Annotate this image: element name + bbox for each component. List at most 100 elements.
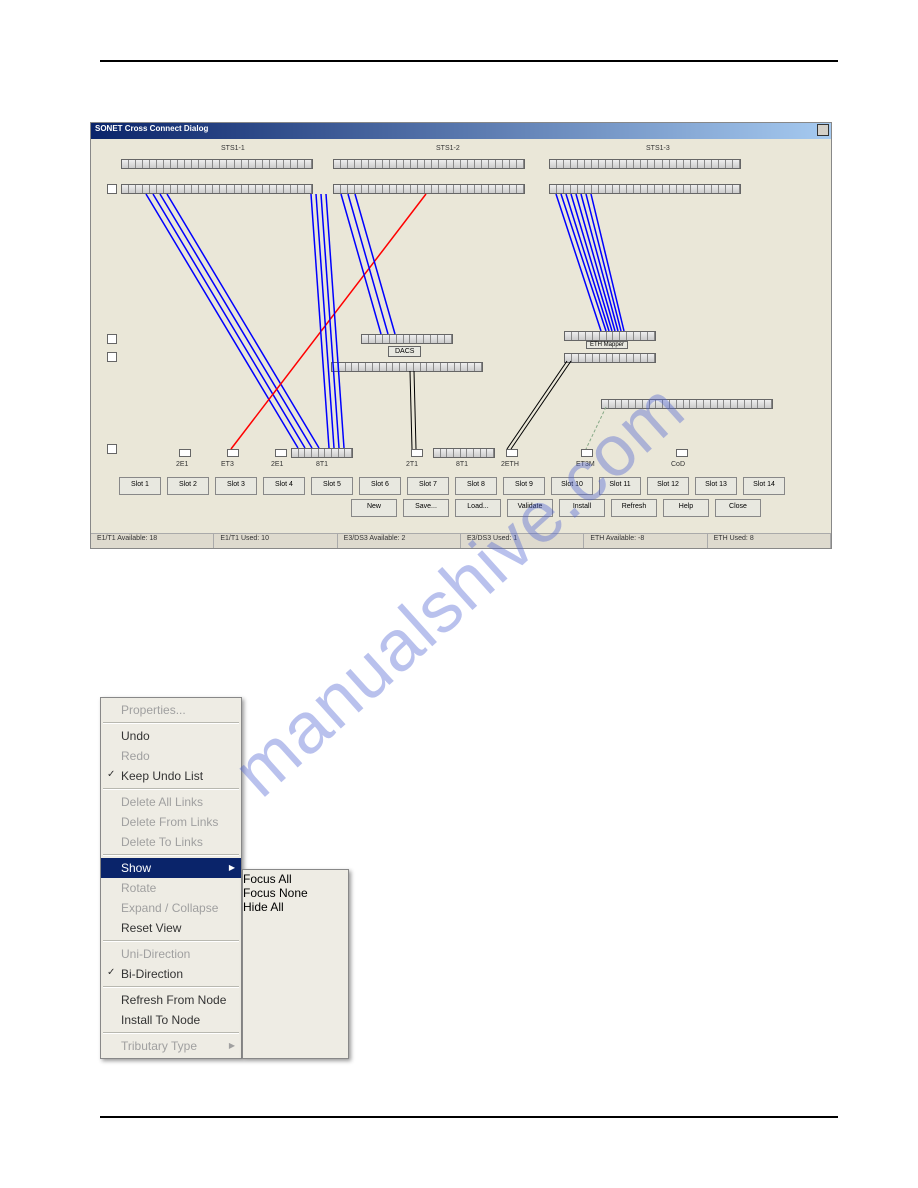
- menu-install-to-node[interactable]: Install To Node: [101, 1010, 241, 1030]
- status-e1t1-used: E1/T1 Used: 10: [214, 534, 337, 548]
- slot-type-label: ET3: [221, 461, 234, 468]
- load-button[interactable]: Load...: [455, 499, 501, 517]
- slot-type-label: ET3M: [576, 461, 595, 468]
- refresh-button[interactable]: Refresh: [611, 499, 657, 517]
- tributary-strip-top3[interactable]: [549, 159, 741, 169]
- slot-button[interactable]: Slot 5: [311, 477, 353, 495]
- menu-delete-from-links[interactable]: Delete From Links: [101, 812, 241, 832]
- menu-uni-direction[interactable]: Uni-Direction: [101, 944, 241, 964]
- slot-type-label: 2E1: [271, 461, 283, 468]
- context-menu: Properties... Undo Redo Keep Undo List D…: [100, 697, 349, 1059]
- slot-button[interactable]: Slot 1: [119, 477, 161, 495]
- install-button[interactable]: Install: [559, 499, 605, 517]
- port-endpoint[interactable]: [411, 449, 423, 457]
- slot-type-label: 2T1: [406, 461, 418, 468]
- menu-keep-undo-list[interactable]: Keep Undo List: [101, 766, 241, 786]
- status-eth-used: ETH Used: 8: [708, 534, 831, 548]
- row-checkbox[interactable]: [107, 352, 117, 362]
- menu-refresh-from-node[interactable]: Refresh From Node: [101, 990, 241, 1010]
- action-button-row: New Save... Load... Validate Install Ref…: [351, 499, 761, 517]
- close-icon[interactable]: [817, 124, 829, 136]
- submenu-focus-all[interactable]: Focus All: [243, 872, 348, 886]
- menu-sep: [103, 940, 239, 942]
- submenu-hide-all[interactable]: Hide All: [243, 900, 348, 914]
- status-eth-avail: ETH Available: -8: [584, 534, 707, 548]
- context-menu-main: Properties... Undo Redo Keep Undo List D…: [100, 697, 242, 1059]
- sts-label: STS1-3: [646, 145, 670, 152]
- slot-type-label: 8T1: [316, 461, 328, 468]
- menu-reset-view[interactable]: Reset View: [101, 918, 241, 938]
- menu-delete-to-links[interactable]: Delete To Links: [101, 832, 241, 852]
- menu-show[interactable]: Show: [101, 858, 241, 878]
- port-endpoint[interactable]: [506, 449, 518, 457]
- slot-button[interactable]: Slot 3: [215, 477, 257, 495]
- menu-sep: [103, 1032, 239, 1034]
- menu-undo[interactable]: Undo: [101, 726, 241, 746]
- menu-sep: [103, 722, 239, 724]
- submenu-focus-none[interactable]: Focus None: [243, 886, 348, 900]
- dacs-strip-top[interactable]: [361, 334, 453, 344]
- titlebar: SONET Cross Connect Dialog: [91, 123, 831, 139]
- validate-button[interactable]: Validate: [507, 499, 553, 517]
- menu-bi-direction[interactable]: Bi-Direction: [101, 964, 241, 984]
- port-endpoint[interactable]: [275, 449, 287, 457]
- slot-button[interactable]: Slot 10: [551, 477, 593, 495]
- status-bar: E1/T1 Available: 18 E1/T1 Used: 10 E3/DS…: [91, 533, 831, 548]
- slot-button[interactable]: Slot 7: [407, 477, 449, 495]
- dacs-strip-bottom[interactable]: [331, 362, 483, 372]
- close-button[interactable]: Close: [715, 499, 761, 517]
- dacs-box[interactable]: DACS: [388, 346, 421, 357]
- row-checkbox[interactable]: [107, 184, 117, 194]
- slot-type-label: 2E1: [176, 461, 188, 468]
- slot-type-label: 2ETH: [501, 461, 519, 468]
- slot-type-label: 8T1: [456, 461, 468, 468]
- window-title: SONET Cross Connect Dialog: [95, 124, 208, 133]
- slot-button-row: Slot 1 Slot 2 Slot 3 Slot 4 Slot 5 Slot …: [119, 477, 785, 495]
- menu-sep: [103, 854, 239, 856]
- menu-redo[interactable]: Redo: [101, 746, 241, 766]
- tributary-strip-2-1[interactable]: [121, 184, 313, 194]
- row-checkbox[interactable]: [107, 334, 117, 344]
- slot-button[interactable]: Slot 8: [455, 477, 497, 495]
- status-e3ds3-avail: E3/DS3 Available: 2: [338, 534, 461, 548]
- port-endpoint[interactable]: [227, 449, 239, 457]
- save-button[interactable]: Save...: [403, 499, 449, 517]
- tributary-strip-right[interactable]: [601, 399, 773, 409]
- tributary-strip-2-3[interactable]: [549, 184, 741, 194]
- sts-label: STS1-1: [221, 145, 245, 152]
- port-endpoint-strip[interactable]: [291, 448, 353, 458]
- port-endpoint-strip[interactable]: [433, 448, 495, 458]
- slot-button[interactable]: Slot 13: [695, 477, 737, 495]
- menu-sep: [103, 986, 239, 988]
- tributary-strip-top1[interactable]: [121, 159, 313, 169]
- menu-delete-all-links[interactable]: Delete All Links: [101, 792, 241, 812]
- menu-tributary-type[interactable]: Tributary Type: [101, 1036, 241, 1056]
- slot-button[interactable]: Slot 12: [647, 477, 689, 495]
- menu-expand-collapse[interactable]: Expand / Collapse: [101, 898, 241, 918]
- status-e1t1-avail: E1/T1 Available: 18: [91, 534, 214, 548]
- eth-mapper-strip-bottom[interactable]: [564, 353, 656, 363]
- slot-button[interactable]: Slot 11: [599, 477, 641, 495]
- eth-mapper-box[interactable]: ETH Mapper: [586, 341, 628, 349]
- context-submenu-show: Focus All Focus None Hide All: [242, 869, 349, 1059]
- slot-button[interactable]: Slot 6: [359, 477, 401, 495]
- sonet-cross-connect-dialog: SONET Cross Connect Dialog STS1-1 STS1-2…: [90, 122, 832, 549]
- port-endpoint[interactable]: [581, 449, 593, 457]
- menu-rotate[interactable]: Rotate: [101, 878, 241, 898]
- tributary-strip-2-2[interactable]: [333, 184, 525, 194]
- row-checkbox[interactable]: [107, 444, 117, 454]
- menu-properties[interactable]: Properties...: [101, 700, 241, 720]
- slot-button[interactable]: Slot 4: [263, 477, 305, 495]
- status-e3ds3-used: E3/DS3 Used: 1: [461, 534, 584, 548]
- help-button[interactable]: Help: [663, 499, 709, 517]
- port-endpoint[interactable]: [676, 449, 688, 457]
- sts-label: STS1-2: [436, 145, 460, 152]
- slot-button[interactable]: Slot 2: [167, 477, 209, 495]
- eth-mapper-strip-top[interactable]: [564, 331, 656, 341]
- port-endpoint[interactable]: [179, 449, 191, 457]
- tributary-strip-top2[interactable]: [333, 159, 525, 169]
- slot-button[interactable]: Slot 9: [503, 477, 545, 495]
- new-button[interactable]: New: [351, 499, 397, 517]
- slot-button[interactable]: Slot 14: [743, 477, 785, 495]
- dialog-body: STS1-1 STS1-2 STS1-3 DACS ETH Mapper: [91, 139, 831, 519]
